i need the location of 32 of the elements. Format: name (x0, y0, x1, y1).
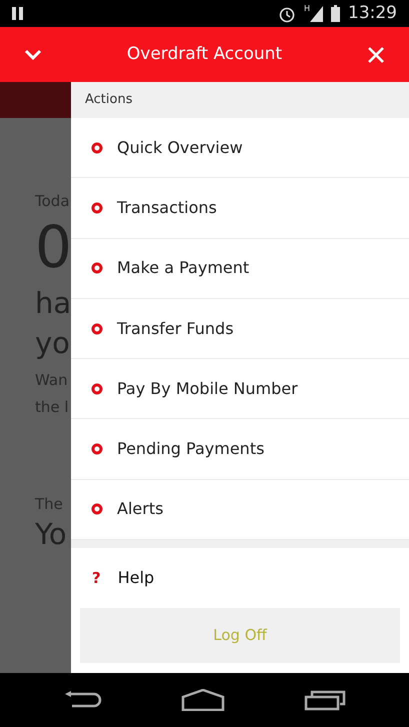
ring-icon (91, 262, 103, 274)
header-title: Overdraft Account (126, 42, 284, 66)
recent-apps-icon[interactable] (304, 689, 346, 711)
ring-icon (91, 503, 103, 516)
ring-icon (91, 443, 103, 456)
ring-icon (91, 142, 103, 154)
battery-icon (331, 5, 340, 22)
section-header: Actions (71, 82, 409, 118)
menu-item[interactable]: Transactions (71, 178, 409, 239)
signal-icon (310, 6, 323, 22)
pause-icon (12, 7, 24, 20)
background-text: Yo (35, 516, 68, 553)
chevron-down-icon[interactable] (24, 49, 42, 60)
back-icon[interactable] (64, 690, 102, 710)
background-text: ha (35, 285, 71, 322)
ring-icon (91, 322, 103, 335)
menu-item[interactable]: Pending Payments (71, 419, 409, 480)
background-text: yo (35, 325, 71, 362)
network-type: H (304, 3, 310, 15)
menu-item[interactable]: Make a Payment (71, 238, 409, 299)
menu-item[interactable]: Pay By Mobile Number (71, 359, 409, 420)
close-icon[interactable] (367, 46, 385, 64)
help-icon: ? (92, 566, 101, 590)
menu-item[interactable]: Quick Overview (71, 118, 409, 178)
home-icon[interactable] (180, 689, 224, 711)
ring-icon (91, 202, 103, 214)
clock-time: 13:29 (348, 2, 397, 25)
background-text: 0 (35, 217, 71, 277)
help-item[interactable]: ? Help (71, 548, 409, 608)
alarm-icon (278, 4, 296, 22)
menu-item[interactable]: Transfer Funds (71, 298, 409, 360)
ring-icon (91, 382, 103, 395)
